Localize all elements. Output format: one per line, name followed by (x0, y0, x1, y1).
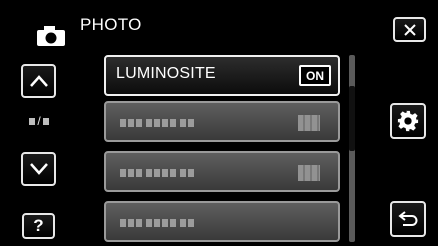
settings-button[interactable] (390, 103, 426, 139)
obscured-label (120, 119, 194, 127)
page-title: PHOTO (80, 15, 142, 34)
page-total-marker (42, 117, 49, 125)
obscured-value (298, 165, 320, 181)
menu-item-luminosite[interactable]: LUMINOSITE ON (104, 55, 340, 96)
page-separator: / (37, 114, 41, 128)
menu-item-disabled[interactable] (104, 201, 340, 242)
chevron-down-icon (29, 163, 48, 175)
camera-menu-screen: PHOTO / ? LUMINOSITE ON (0, 0, 438, 246)
menu-item-disabled[interactable] (104, 151, 340, 192)
obscured-label (120, 219, 194, 227)
scrollbar-thumb[interactable] (349, 86, 355, 151)
close-icon (403, 23, 416, 36)
obscured-value (298, 115, 320, 131)
back-button[interactable] (390, 201, 426, 237)
menu-item-disabled[interactable] (104, 101, 340, 142)
chevron-up-icon (29, 75, 48, 87)
close-button[interactable] (393, 17, 426, 42)
gear-icon (397, 110, 419, 132)
scroll-up-button[interactable] (21, 64, 56, 98)
menu-item-value: ON (299, 65, 331, 86)
scroll-down-button[interactable] (21, 152, 56, 186)
scrollbar[interactable] (349, 55, 355, 242)
camera-icon (37, 26, 65, 46)
menu-item-label: LUMINOSITE (116, 65, 216, 82)
help-label: ? (33, 216, 44, 235)
page-current-marker (29, 117, 36, 125)
return-icon (398, 211, 418, 226)
help-button[interactable]: ? (22, 213, 55, 239)
page-indicator: / (23, 114, 55, 128)
obscured-label (120, 169, 194, 177)
